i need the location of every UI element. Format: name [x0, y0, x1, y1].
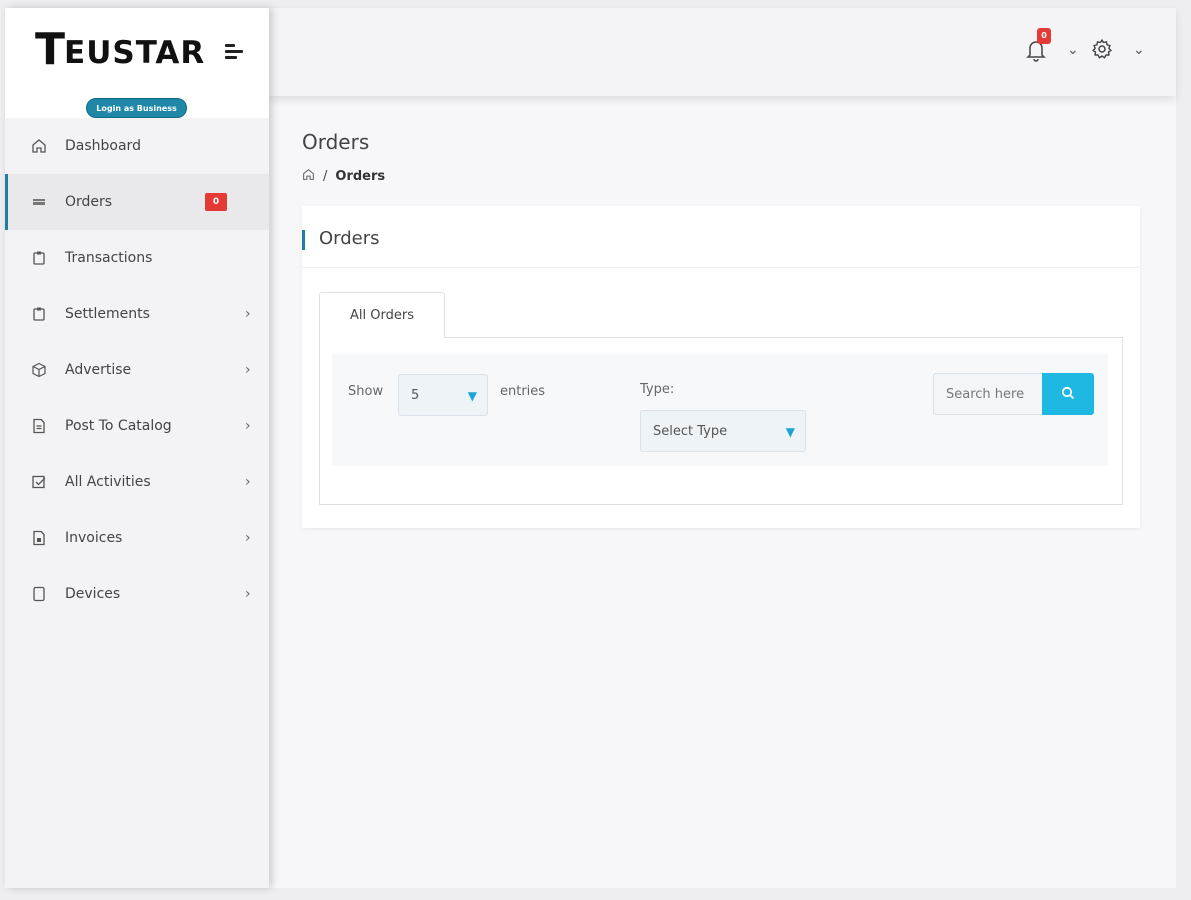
- home-icon: [30, 137, 48, 155]
- gear-icon[interactable]: [1091, 38, 1113, 60]
- notification-count-badge: 0: [1037, 28, 1051, 44]
- sidebar-item-transactions[interactable]: Transactions: [5, 230, 269, 286]
- top-header: 0 ⌄ ⌄: [269, 8, 1176, 96]
- orders-card: Orders All Orders Show 5 ▼ entries Type:…: [302, 206, 1140, 528]
- entries-select-value: 5: [411, 388, 420, 403]
- search-button[interactable]: [1042, 373, 1094, 415]
- logo-text: EUSTAR: [64, 35, 206, 71]
- sidebar-nav: Dashboard Orders 0 Transactions Settleme…: [5, 118, 269, 622]
- chevron-right-icon: ›: [245, 362, 251, 378]
- breadcrumb-separator: /: [323, 169, 328, 184]
- sidebar-item-orders[interactable]: Orders 0: [5, 174, 269, 230]
- sidebar-item-label: Invoices: [65, 530, 123, 546]
- sidebar-item-label: Orders: [65, 194, 113, 210]
- clipboard-icon: [30, 305, 48, 323]
- box-icon: [30, 361, 48, 379]
- type-select[interactable]: Select Type ▼: [640, 410, 806, 452]
- type-label: Type:: [640, 382, 675, 397]
- sidebar-item-advertise[interactable]: Advertise ›: [5, 342, 269, 398]
- chevron-down-icon[interactable]: ⌄: [1133, 42, 1145, 58]
- sidebar-item-devices[interactable]: Devices ›: [5, 566, 269, 622]
- sidebar-item-settlements[interactable]: Settlements ›: [5, 286, 269, 342]
- sidebar-item-label: Transactions: [65, 250, 153, 266]
- logo-area: T EUSTAR Login as Business: [5, 8, 269, 118]
- caret-down-icon: ▼: [467, 389, 477, 403]
- search-icon: [1061, 386, 1075, 403]
- accent-bar: [302, 230, 305, 250]
- entries-label: entries: [500, 384, 546, 399]
- logo-letter: T: [35, 24, 67, 75]
- caret-down-icon: ▼: [785, 425, 795, 439]
- tablet-icon: [30, 585, 48, 603]
- search-input[interactable]: [933, 373, 1043, 415]
- card-title: Orders: [319, 228, 380, 249]
- filter-row: Show 5 ▼ entries Type: Select Type ▼: [332, 354, 1108, 466]
- app-window: T EUSTAR Login as Business Dashboard Ord…: [5, 8, 1176, 888]
- sidebar-item-invoices[interactable]: Invoices ›: [5, 510, 269, 566]
- logo[interactable]: T EUSTAR: [35, 28, 205, 72]
- orders-count-badge: 0: [205, 193, 227, 211]
- clipboard-icon: [30, 249, 48, 267]
- sidebar-item-label: Devices: [65, 586, 121, 602]
- sidebar: T EUSTAR Login as Business Dashboard Ord…: [5, 8, 269, 888]
- chevron-right-icon: ›: [245, 474, 251, 490]
- sidebar-item-label: Advertise: [65, 362, 132, 378]
- sidebar-item-label: Post To Catalog: [65, 418, 172, 434]
- home-icon[interactable]: [302, 168, 315, 185]
- chevron-down-icon[interactable]: ⌄: [1067, 42, 1079, 58]
- sidebar-item-post-to-catalog[interactable]: Post To Catalog ›: [5, 398, 269, 454]
- sidebar-item-all-activities[interactable]: All Activities ›: [5, 454, 269, 510]
- breadcrumb-current: Orders: [335, 169, 386, 184]
- sidebar-item-dashboard[interactable]: Dashboard: [5, 118, 269, 174]
- type-select-value: Select Type: [653, 424, 728, 439]
- page-title: Orders: [302, 130, 370, 154]
- sidebar-item-label: Settlements: [65, 306, 150, 322]
- orders-icon: [30, 193, 48, 211]
- invoice-icon: [30, 529, 48, 547]
- tab-all-orders[interactable]: All Orders: [319, 292, 445, 338]
- checkbox-icon: [30, 473, 48, 491]
- sidebar-item-label: All Activities: [65, 474, 151, 490]
- chevron-right-icon: ›: [245, 418, 251, 434]
- tab-panel: Show 5 ▼ entries Type: Select Type ▼: [319, 337, 1123, 505]
- document-icon: [30, 417, 48, 435]
- chevron-right-icon: ›: [245, 586, 251, 602]
- card-header: Orders: [302, 206, 1140, 268]
- breadcrumb: / Orders: [302, 168, 385, 185]
- entries-select[interactable]: 5 ▼: [398, 374, 488, 416]
- chevron-right-icon: ›: [245, 530, 251, 546]
- menu-toggle-icon[interactable]: [225, 44, 245, 60]
- show-label: Show: [348, 384, 384, 399]
- sidebar-item-label: Dashboard: [65, 138, 141, 154]
- login-as-business-button[interactable]: Login as Business: [86, 98, 187, 118]
- chevron-right-icon: ›: [245, 306, 251, 322]
